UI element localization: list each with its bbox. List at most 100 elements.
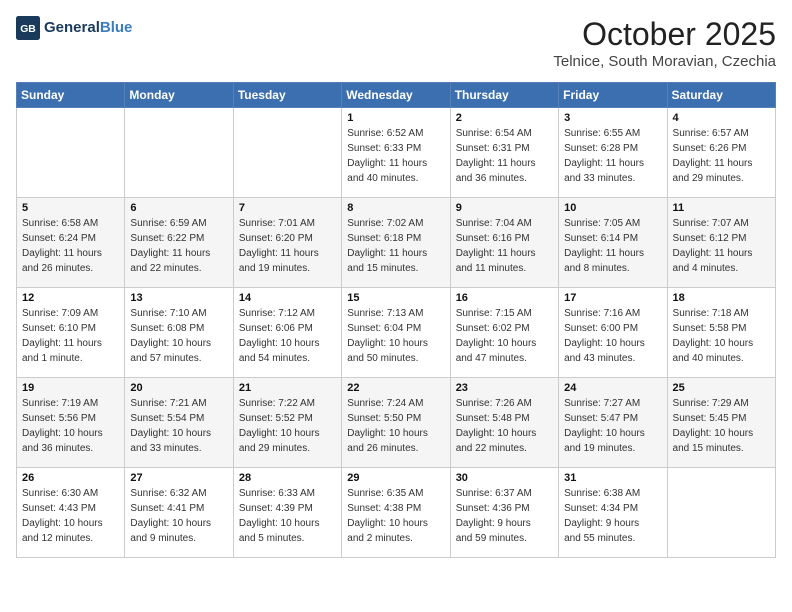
calendar-cell: 28 Sunrise: 6:33 AMSunset: 4:39 PMDayligh… bbox=[233, 468, 341, 558]
day-number: 21 bbox=[239, 382, 336, 394]
day-info: Sunrise: 6:54 AMSunset: 6:31 PMDaylight:… bbox=[456, 126, 553, 186]
day-info: Sunrise: 7:15 AMSunset: 6:02 PMDaylight:… bbox=[456, 306, 553, 366]
day-info: Sunrise: 7:16 AMSunset: 6:00 PMDaylight:… bbox=[564, 306, 661, 366]
day-number: 6 bbox=[130, 202, 227, 214]
calendar-cell: 10 Sunrise: 7:05 AMSunset: 6:14 PMDayligh… bbox=[559, 198, 667, 288]
calendar-week-5: 26Sunrise: 6:30 AMSunset: 4:43 PMDayligh… bbox=[17, 468, 776, 558]
day-number: 16 bbox=[456, 292, 553, 304]
day-number: 3 bbox=[564, 112, 661, 124]
calendar-cell: 31 Sunrise: 6:38 AMSunset: 4:34 PMDayligh… bbox=[559, 468, 667, 558]
calendar-cell: 1Sunrise: 6:52 AMSunset: 6:33 PMDaylight… bbox=[342, 108, 450, 198]
calendar-cell: 3 Sunrise: 6:55 AMSunset: 6:28 PMDaylight… bbox=[559, 108, 667, 198]
day-info: Sunrise: 7:10 AMSunset: 6:08 PMDaylight:… bbox=[130, 306, 227, 366]
calendar-week-2: 5 Sunrise: 6:58 AMSunset: 6:24 PMDaylight… bbox=[17, 198, 776, 288]
day-info: Sunrise: 6:35 AMSunset: 4:38 PMDaylight:… bbox=[347, 486, 444, 546]
calendar-cell: 6 Sunrise: 6:59 AMSunset: 6:22 PMDaylight… bbox=[125, 198, 233, 288]
calendar-cell: 11 Sunrise: 7:07 AMSunset: 6:12 PMDayligh… bbox=[667, 198, 775, 288]
weekday-header-row: SundayMondayTuesdayWednesdayThursdayFrid… bbox=[17, 83, 776, 108]
day-info: Sunrise: 7:07 AMSunset: 6:12 PMDaylight:… bbox=[673, 216, 770, 276]
day-info: Sunrise: 7:09 AMSunset: 6:10 PMDaylight:… bbox=[22, 306, 119, 366]
calendar-cell: 5 Sunrise: 6:58 AMSunset: 6:24 PMDaylight… bbox=[17, 198, 125, 288]
day-number: 26 bbox=[22, 472, 119, 484]
weekday-header-monday: Monday bbox=[125, 83, 233, 108]
day-info: Sunrise: 6:33 AMSunset: 4:39 PMDaylight:… bbox=[239, 486, 336, 546]
page-header: GB GeneralBlue October 2025 Telnice, Sou… bbox=[16, 16, 776, 70]
calendar-cell bbox=[125, 108, 233, 198]
day-info: Sunrise: 6:32 AMSunset: 4:41 PMDaylight:… bbox=[130, 486, 227, 546]
calendar-cell: 27 Sunrise: 6:32 AMSunset: 4:41 PMDayligh… bbox=[125, 468, 233, 558]
calendar-week-1: 1Sunrise: 6:52 AMSunset: 6:33 PMDaylight… bbox=[17, 108, 776, 198]
calendar-cell: 25 Sunrise: 7:29 AMSunset: 5:45 PMDayligh… bbox=[667, 378, 775, 468]
day-number: 1 bbox=[347, 112, 444, 124]
calendar-cell: 22 Sunrise: 7:24 AMSunset: 5:50 PMDayligh… bbox=[342, 378, 450, 468]
day-number: 13 bbox=[130, 292, 227, 304]
day-info: Sunrise: 6:58 AMSunset: 6:24 PMDaylight:… bbox=[22, 216, 119, 276]
day-number: 27 bbox=[130, 472, 227, 484]
day-number: 15 bbox=[347, 292, 444, 304]
calendar-cell: 20Sunrise: 7:21 AMSunset: 5:54 PMDayligh… bbox=[125, 378, 233, 468]
calendar-table: SundayMondayTuesdayWednesdayThursdayFrid… bbox=[16, 82, 776, 558]
day-info: Sunrise: 6:55 AMSunset: 6:28 PMDaylight:… bbox=[564, 126, 661, 186]
day-number: 5 bbox=[22, 202, 119, 214]
day-number: 9 bbox=[456, 202, 553, 214]
weekday-header-tuesday: Tuesday bbox=[233, 83, 341, 108]
calendar-week-3: 12 Sunrise: 7:09 AMSunset: 6:10 PMDayligh… bbox=[17, 288, 776, 378]
day-number: 7 bbox=[239, 202, 336, 214]
calendar-cell: 17 Sunrise: 7:16 AMSunset: 6:00 PMDayligh… bbox=[559, 288, 667, 378]
day-number: 18 bbox=[673, 292, 770, 304]
day-info: Sunrise: 7:24 AMSunset: 5:50 PMDaylight:… bbox=[347, 396, 444, 456]
day-number: 14 bbox=[239, 292, 336, 304]
logo-icon: GB bbox=[16, 16, 40, 40]
day-info: Sunrise: 6:57 AMSunset: 6:26 PMDaylight:… bbox=[673, 126, 770, 186]
day-info: Sunrise: 7:05 AMSunset: 6:14 PMDaylight:… bbox=[564, 216, 661, 276]
calendar-cell: 9Sunrise: 7:04 AMSunset: 6:16 PMDaylight… bbox=[450, 198, 558, 288]
day-info: Sunrise: 7:19 AMSunset: 5:56 PMDaylight:… bbox=[22, 396, 119, 456]
day-number: 23 bbox=[456, 382, 553, 394]
calendar-cell: 23 Sunrise: 7:26 AMSunset: 5:48 PMDayligh… bbox=[450, 378, 558, 468]
calendar-cell bbox=[233, 108, 341, 198]
calendar-cell: 4Sunrise: 6:57 AMSunset: 6:26 PMDaylight… bbox=[667, 108, 775, 198]
day-number: 30 bbox=[456, 472, 553, 484]
day-info: Sunrise: 7:12 AMSunset: 6:06 PMDaylight:… bbox=[239, 306, 336, 366]
day-number: 31 bbox=[564, 472, 661, 484]
day-info: Sunrise: 7:22 AMSunset: 5:52 PMDaylight:… bbox=[239, 396, 336, 456]
day-number: 24 bbox=[564, 382, 661, 394]
day-info: Sunrise: 7:26 AMSunset: 5:48 PMDaylight:… bbox=[456, 396, 553, 456]
day-number: 28 bbox=[239, 472, 336, 484]
day-info: Sunrise: 6:37 AMSunset: 4:36 PMDaylight:… bbox=[456, 486, 553, 546]
day-info: Sunrise: 7:13 AMSunset: 6:04 PMDaylight:… bbox=[347, 306, 444, 366]
day-info: Sunrise: 7:21 AMSunset: 5:54 PMDaylight:… bbox=[130, 396, 227, 456]
calendar-cell: 29 Sunrise: 6:35 AMSunset: 4:38 PMDayligh… bbox=[342, 468, 450, 558]
day-number: 19 bbox=[22, 382, 119, 394]
calendar-cell bbox=[17, 108, 125, 198]
title-block: October 2025 Telnice, South Moravian, Cz… bbox=[553, 16, 776, 70]
day-number: 8 bbox=[347, 202, 444, 214]
calendar-cell: 12 Sunrise: 7:09 AMSunset: 6:10 PMDayligh… bbox=[17, 288, 125, 378]
svg-text:GB: GB bbox=[20, 24, 36, 35]
day-number: 25 bbox=[673, 382, 770, 394]
day-info: Sunrise: 7:01 AMSunset: 6:20 PMDaylight:… bbox=[239, 216, 336, 276]
calendar-cell: 7 Sunrise: 7:01 AMSunset: 6:20 PMDaylight… bbox=[233, 198, 341, 288]
calendar-cell: 19 Sunrise: 7:19 AMSunset: 5:56 PMDayligh… bbox=[17, 378, 125, 468]
calendar-cell: 16 Sunrise: 7:15 AMSunset: 6:02 PMDayligh… bbox=[450, 288, 558, 378]
day-number: 10 bbox=[564, 202, 661, 214]
day-number: 11 bbox=[673, 202, 770, 214]
weekday-header-saturday: Saturday bbox=[667, 83, 775, 108]
weekday-header-sunday: Sunday bbox=[17, 83, 125, 108]
day-number: 29 bbox=[347, 472, 444, 484]
calendar-cell bbox=[667, 468, 775, 558]
day-info: Sunrise: 6:38 AMSunset: 4:34 PMDaylight:… bbox=[564, 486, 661, 546]
day-info: Sunrise: 6:59 AMSunset: 6:22 PMDaylight:… bbox=[130, 216, 227, 276]
day-number: 12 bbox=[22, 292, 119, 304]
calendar-cell: 24 Sunrise: 7:27 AMSunset: 5:47 PMDayligh… bbox=[559, 378, 667, 468]
calendar-cell: 30 Sunrise: 6:37 AMSunset: 4:36 PMDayligh… bbox=[450, 468, 558, 558]
calendar-cell: 21 Sunrise: 7:22 AMSunset: 5:52 PMDayligh… bbox=[233, 378, 341, 468]
day-info: Sunrise: 7:29 AMSunset: 5:45 PMDaylight:… bbox=[673, 396, 770, 456]
calendar-cell: 15 Sunrise: 7:13 AMSunset: 6:04 PMDayligh… bbox=[342, 288, 450, 378]
logo: GB GeneralBlue bbox=[16, 16, 132, 40]
day-number: 22 bbox=[347, 382, 444, 394]
day-info: Sunrise: 7:27 AMSunset: 5:47 PMDaylight:… bbox=[564, 396, 661, 456]
day-info: Sunrise: 7:02 AMSunset: 6:18 PMDaylight:… bbox=[347, 216, 444, 276]
day-number: 17 bbox=[564, 292, 661, 304]
day-info: Sunrise: 7:18 AMSunset: 5:58 PMDaylight:… bbox=[673, 306, 770, 366]
